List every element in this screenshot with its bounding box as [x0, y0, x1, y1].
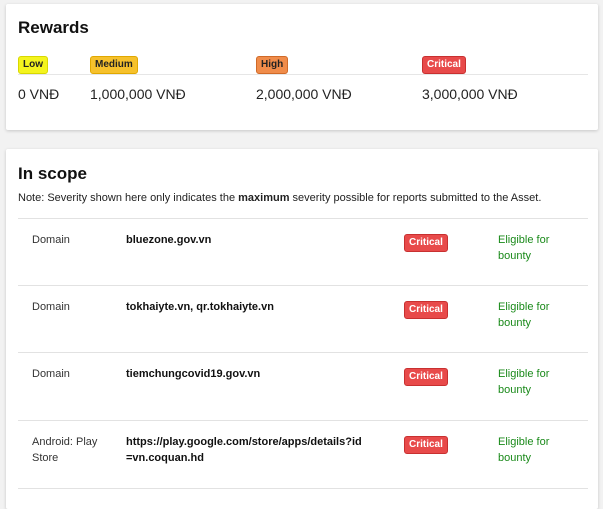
eligibility-status: Eligible for bounty	[498, 368, 550, 396]
asset-identifier: https://play.google.com/store/apps/detai…	[126, 436, 362, 464]
note-prefix: Note: Severity shown here only indicates…	[18, 192, 239, 204]
severity-badge-high: High	[256, 56, 289, 74]
rewards-title: Rewards	[18, 18, 89, 37]
severity-badge-critical: Critical	[404, 436, 448, 454]
severity-badge-critical: Critical	[404, 301, 448, 319]
asset-identifier: tokhaiyte.vn, qr.tokhaiyte.vn	[126, 301, 274, 313]
severity-badge-critical: Critical	[404, 234, 448, 252]
eligibility-status: Eligible for bounty	[498, 301, 550, 329]
rewards-divider	[18, 74, 588, 75]
asset-row: Domain bluezone.gov.vn Critical Eligible…	[18, 218, 588, 286]
severity-note: Note: Severity shown here only indicates…	[18, 192, 541, 204]
severity-badge-critical: Critical	[404, 368, 448, 386]
note-suffix: severity possible for reports submitted …	[289, 192, 542, 204]
asset-row: Domain tokhaiyte.vn, qr.tokhaiyte.vn Cri…	[18, 285, 588, 353]
reward-amount-low: 0 VNĐ	[18, 86, 60, 102]
asset-type: Domain	[32, 301, 70, 313]
severity-badge-critical: Critical	[422, 56, 466, 74]
asset-type: Android: Play Store	[32, 436, 98, 464]
asset-row-divider	[18, 488, 588, 499]
asset-type: Domain	[32, 368, 70, 380]
reward-amount-high: 2,000,000 VNĐ	[256, 86, 352, 102]
asset-identifier: tiemchungcovid19.gov.vn	[126, 368, 261, 380]
reward-amount-medium: 1,000,000 VNĐ	[90, 86, 186, 102]
rewards-card: Rewards Low 0 VNĐ Medium 1,000,000 VNĐ H…	[6, 4, 598, 130]
asset-identifier: bluezone.gov.vn	[126, 234, 212, 246]
eligibility-status: Eligible for bounty	[498, 436, 550, 464]
asset-row: Android: Play Store https://play.google.…	[18, 420, 588, 488]
asset-type: Domain	[32, 234, 70, 246]
note-bold: maximum	[238, 192, 290, 204]
severity-badge-low: Low	[18, 56, 48, 74]
reward-amount-critical: 3,000,000 VNĐ	[422, 86, 518, 102]
in-scope-title: In scope	[18, 164, 87, 183]
severity-badge-medium: Medium	[90, 56, 138, 74]
asset-row: Domain tiemchungcovid19.gov.vn Critical …	[18, 352, 588, 420]
in-scope-card: In scope Note: Severity shown here only …	[6, 149, 598, 509]
eligibility-status: Eligible for bounty	[498, 234, 550, 262]
